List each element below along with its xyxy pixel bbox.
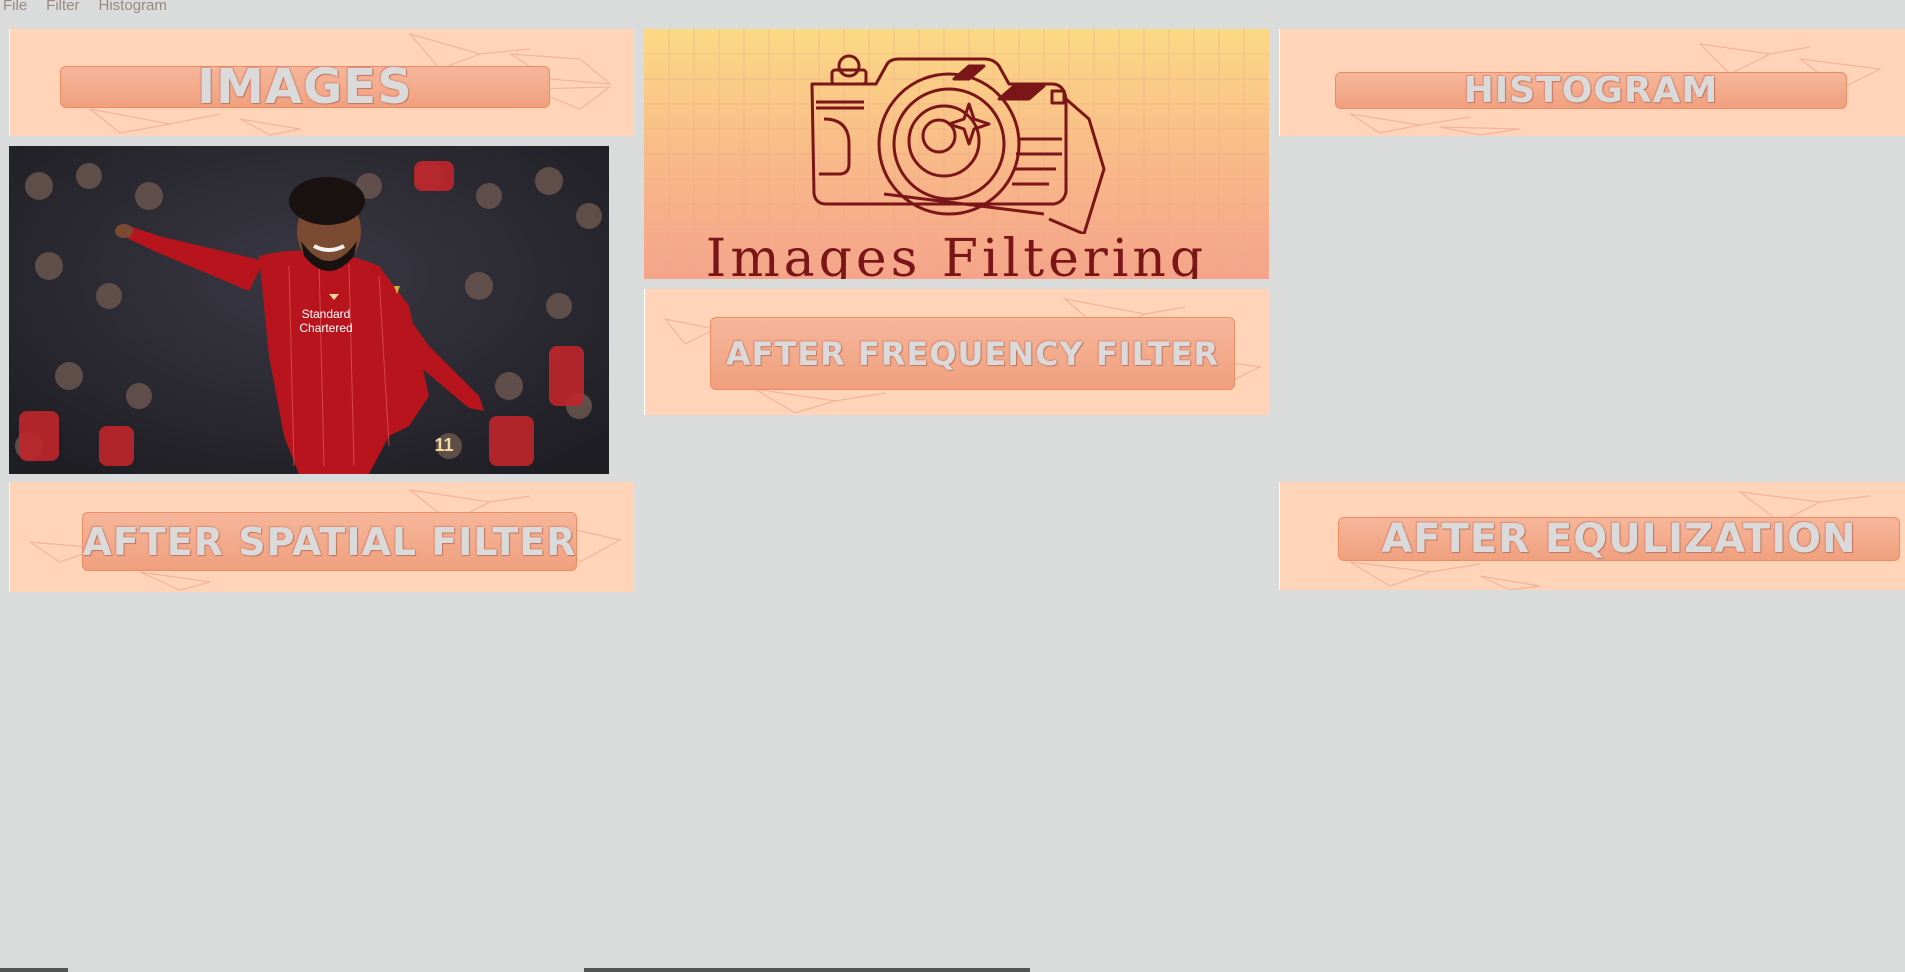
menu-histogram[interactable]: Histogram: [96, 0, 183, 14]
shirt-number: 11: [434, 435, 453, 455]
images-filtering-banner: Images Filtering: [644, 29, 1269, 279]
after-frequency-filter-panel: AFTER FREQUENCY FILTER: [644, 289, 1270, 415]
after-equalization-title: AFTER EQULIZATION: [1381, 516, 1857, 562]
menu-file[interactable]: File: [0, 0, 43, 14]
after-equalization-panel: AFTER EQULIZATION: [1279, 482, 1905, 590]
images-label-box: IMAGES: [60, 59, 550, 115]
shirt-sponsor-line1: Standard: [302, 307, 351, 321]
histogram-label-box: HISTOGRAM: [1335, 70, 1847, 111]
taskbar-edge: [0, 968, 68, 972]
after-spatial-label-box: AFTER SPATIAL FILTER: [82, 512, 577, 571]
original-image: Standard Chartered 11: [9, 146, 609, 474]
images-title: IMAGES: [197, 59, 413, 115]
shirt-sponsor-line2: Chartered: [299, 321, 352, 335]
player-photo: Standard Chartered 11: [9, 146, 609, 474]
histogram-header-panel: HISTOGRAM: [1279, 29, 1905, 136]
taskbar-edge: [584, 968, 1030, 972]
after-frequency-title: AFTER FREQUENCY FILTER: [725, 334, 1220, 373]
histogram-title: HISTOGRAM: [1463, 70, 1719, 111]
after-spatial-filter-panel: AFTER SPATIAL FILTER: [9, 482, 634, 592]
menu-bar: File Filter Histogram: [0, 0, 183, 14]
camera-icon: [810, 54, 1106, 234]
banner-title: Images Filtering: [705, 229, 1208, 279]
menu-filter[interactable]: Filter: [43, 0, 95, 14]
after-frequency-label-box: AFTER FREQUENCY FILTER: [710, 317, 1235, 390]
after-spatial-title: AFTER SPATIAL FILTER: [82, 519, 577, 564]
images-header-panel: IMAGES: [9, 29, 634, 136]
after-equalization-label-box: AFTER EQULIZATION: [1338, 516, 1900, 562]
